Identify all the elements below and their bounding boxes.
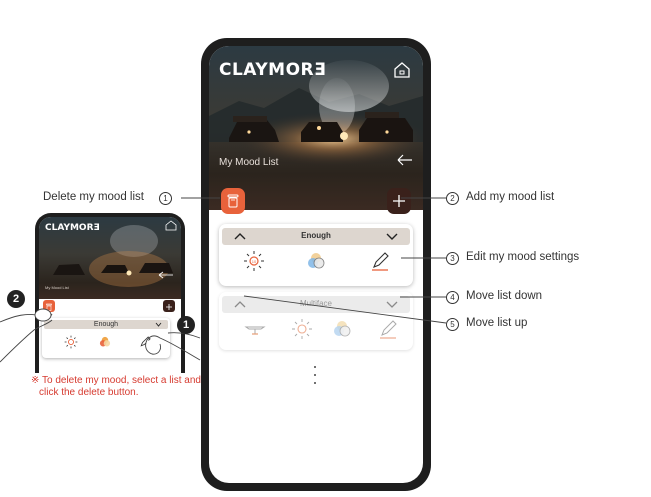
color-mix-icon	[99, 336, 111, 347]
annotation-add-text: Add my mood list	[466, 191, 555, 203]
card-title: Multiface	[299, 299, 332, 308]
small-card-title: Enough	[93, 321, 119, 328]
small-card-header: Enough	[44, 320, 168, 329]
small-page-title: My Mood List	[45, 285, 69, 290]
annotation-delete-number: 1	[159, 192, 172, 205]
small-delete-button[interactable]	[43, 300, 55, 312]
pencil-icon[interactable]	[369, 250, 391, 272]
note-line-2: click the delete button.	[39, 387, 139, 398]
annotation-add-number: 2	[446, 192, 459, 205]
pencil-icon[interactable]	[138, 335, 152, 349]
small-phone-screen: CLAYMORƎ My Mood List Enough	[39, 217, 181, 373]
chevron-down-icon[interactable]	[386, 232, 398, 241]
chevron-up-icon[interactable]	[234, 300, 246, 309]
small-hero-banner: CLAYMORƎ My Mood List	[39, 217, 181, 299]
step-badge-one: 1	[177, 316, 195, 334]
mood-list-card[interactable]: Multiface	[219, 292, 413, 350]
note-line-1: ※ To delete my mood, select a list and	[31, 375, 201, 386]
chevron-down-icon[interactable]	[155, 322, 162, 327]
trash-icon	[227, 194, 239, 208]
trash-icon	[46, 303, 52, 311]
step-badge-two: 2	[7, 290, 25, 308]
color-mix-icon	[334, 321, 351, 337]
pencil-icon[interactable]	[377, 318, 399, 340]
back-arrow-icon[interactable]	[396, 153, 414, 167]
annotation-edit-number: 3	[446, 252, 459, 265]
annotation-down-text: Move list down	[466, 290, 543, 302]
svg-text:10: 10	[252, 259, 257, 264]
card-header: Enough	[222, 228, 410, 245]
brightness-icon	[292, 319, 312, 339]
add-button[interactable]	[387, 188, 411, 214]
ellipsis-dot	[314, 374, 316, 376]
chevron-up-icon[interactable]	[234, 232, 246, 241]
annotation-delete-text: Delete my mood list	[43, 191, 144, 203]
phone-screen: CLAYMORƎ My Mood List Enough 10 Multifac…	[209, 46, 423, 483]
plus-icon	[166, 304, 172, 310]
card-title: Enough	[301, 231, 331, 240]
annotation-up-number: 5	[446, 318, 459, 331]
brightness-icon: 10	[244, 251, 264, 271]
small-add-button[interactable]	[163, 300, 175, 312]
plus-icon	[393, 195, 405, 207]
ellipsis-dot	[314, 382, 316, 384]
instruction-note: ※ To delete my mood, select a list and c…	[31, 375, 201, 399]
small-phone-frame: CLAYMORƎ My Mood List Enough	[35, 213, 185, 373]
delete-button[interactable]	[221, 188, 245, 214]
ellipsis-dot	[314, 366, 316, 368]
small-brand-logo: CLAYMORƎ	[45, 223, 100, 233]
page-title: My Mood List	[219, 157, 279, 168]
brand-logo: CLAYMORƎ	[219, 60, 327, 80]
mood-list-card-selected[interactable]: Enough 10	[219, 224, 413, 286]
hero-banner: CLAYMORƎ My Mood List	[209, 46, 423, 210]
annotation-up-text: Move list up	[466, 317, 528, 329]
small-mood-list-card[interactable]: Enough	[42, 318, 170, 358]
brightness-icon	[64, 335, 78, 349]
phone-frame: CLAYMORƎ My Mood List Enough 10 Multifac…	[201, 38, 431, 491]
chevron-down-icon[interactable]	[386, 300, 398, 309]
card-header: Multiface	[222, 296, 410, 313]
lamp-icon	[244, 326, 266, 335]
color-mix-icon	[308, 253, 325, 269]
home-icon[interactable]	[391, 59, 413, 81]
annotation-edit-text: Edit my mood settings	[466, 251, 580, 263]
annotation-down-number: 4	[446, 291, 459, 304]
